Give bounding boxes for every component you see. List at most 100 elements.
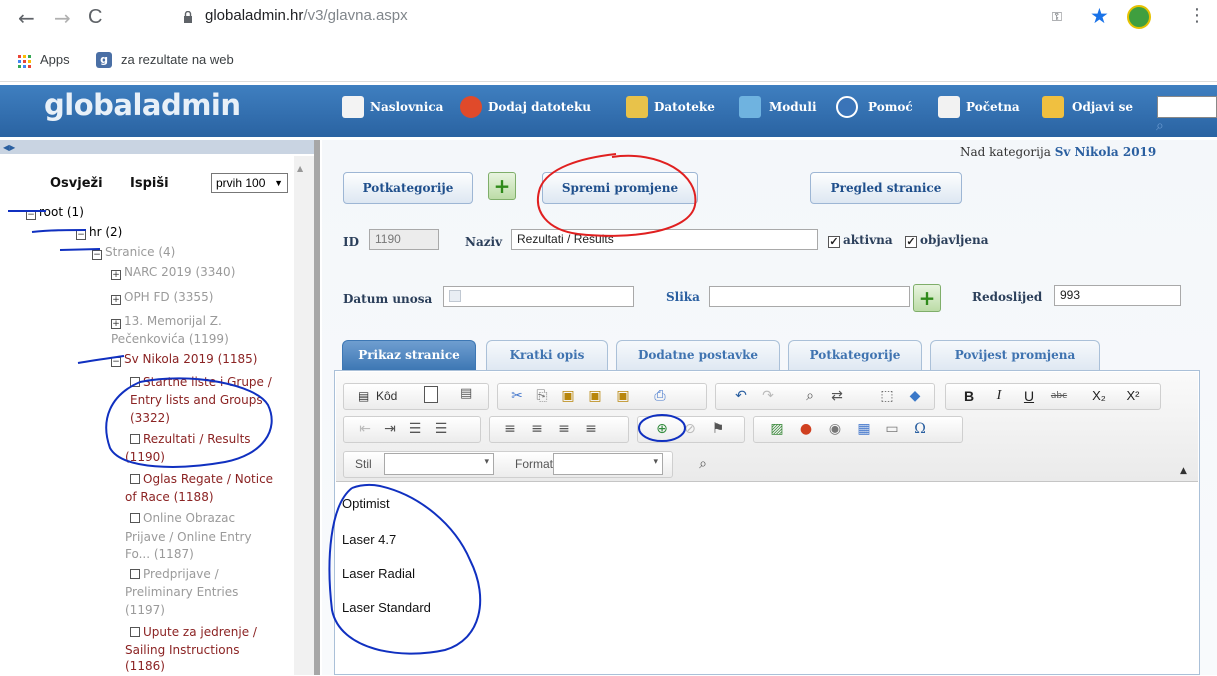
forward-button[interactable]: →: [54, 6, 71, 30]
home-icon[interactable]: [938, 96, 960, 118]
editor-line[interactable]: Laser Radial: [342, 566, 415, 581]
style-select[interactable]: ▾: [384, 453, 494, 475]
bold-icon[interactable]: B: [959, 386, 979, 406]
add-file-icon[interactable]: [460, 96, 482, 118]
date-field[interactable]: [443, 286, 634, 307]
justify-icon[interactable]: ≡: [581, 419, 601, 439]
tree-item-stranice[interactable]: − Stranice (4): [92, 243, 175, 262]
tab-kratki-opis[interactable]: Kratki opis: [486, 340, 608, 370]
tree-item-rezultati[interactable]: Rezultati / Results: [130, 430, 251, 449]
table-icon[interactable]: ▦: [854, 419, 874, 439]
active-checkbox[interactable]: ✓ aktivna: [828, 233, 893, 248]
paste-word-icon[interactable]: ▣: [613, 386, 633, 406]
tree-item-startne[interactable]: Startne liste i Grupe /: [130, 373, 272, 392]
nav-moduli[interactable]: Moduli: [769, 100, 817, 114]
tab-prikaz-stranice[interactable]: Prikaz stranice: [342, 340, 476, 370]
bullet-list-icon[interactable]: ☰: [431, 419, 451, 439]
image-field[interactable]: [709, 286, 910, 307]
star-icon[interactable]: ★: [1090, 4, 1109, 28]
subscript-icon[interactable]: X₂: [1089, 386, 1109, 406]
collapse-toolbar-icon[interactable]: ▲: [1180, 466, 1187, 476]
save-changes-button[interactable]: Spremi promjene: [542, 172, 698, 204]
tree-item-online[interactable]: Online Obrazac: [130, 509, 235, 528]
tree-item-sv-nikola[interactable]: − Sv Nikola 2019 (1185): [111, 350, 257, 369]
refresh-link[interactable]: Osvježi: [50, 176, 103, 191]
indent-icon[interactable]: ⇥: [380, 419, 400, 439]
redo-icon[interactable]: ↷: [758, 386, 778, 406]
preview-page-button[interactable]: Pregled stranice: [810, 172, 962, 204]
published-checkbox[interactable]: ✓ objavljena: [905, 233, 989, 248]
panel-splitter[interactable]: [314, 140, 320, 675]
horizontal-rule-icon[interactable]: ▭: [882, 419, 902, 439]
calendar-icon[interactable]: [449, 290, 461, 302]
back-button[interactable]: ←: [18, 6, 35, 30]
source-icon[interactable]: ▤: [358, 389, 369, 403]
numbered-list-icon[interactable]: ☰: [405, 419, 425, 439]
add-image-button[interactable]: +: [913, 284, 941, 312]
copy-icon[interactable]: ⎘: [532, 386, 552, 406]
collapse-arrows-icon[interactable]: ◀▶: [3, 143, 15, 152]
help-icon[interactable]: [836, 96, 858, 118]
nav-naslovnica[interactable]: Naslovnica: [370, 100, 443, 114]
apps-icon[interactable]: [18, 54, 32, 73]
align-center-icon[interactable]: ≡: [527, 419, 547, 439]
bookmark-apps[interactable]: Apps: [40, 52, 70, 67]
tab-potkategorije[interactable]: Potkategorije: [788, 340, 922, 370]
tab-povijest-promjena[interactable]: Povijest promjena: [930, 340, 1100, 370]
print-icon[interactable]: ⎙: [650, 386, 670, 406]
order-field[interactable]: 993: [1054, 285, 1181, 306]
reload-button[interactable]: C: [88, 6, 102, 29]
nav-odjavi-se[interactable]: Odjavi se: [1072, 100, 1133, 114]
source-button[interactable]: Kôd: [376, 389, 397, 403]
paste-text-icon[interactable]: ▣: [585, 386, 605, 406]
paste-icon[interactable]: ▣: [558, 386, 578, 406]
image-icon[interactable]: ▨: [767, 419, 787, 439]
tree-item-root[interactable]: − root (1): [26, 203, 84, 222]
tree-scrollbar[interactable]: [294, 156, 314, 675]
profile-avatar[interactable]: [1127, 5, 1151, 29]
underline-icon[interactable]: U: [1019, 386, 1039, 406]
strikethrough-icon[interactable]: abc: [1049, 386, 1069, 406]
flash-icon[interactable]: ●: [796, 419, 816, 439]
editor-line[interactable]: Laser Standard: [342, 600, 431, 615]
editor-line[interactable]: Optimist: [342, 496, 390, 511]
folder-search-icon[interactable]: [626, 96, 648, 118]
nav-dodaj-datoteku[interactable]: Dodaj datoteku: [488, 100, 591, 114]
address-bar[interactable]: globaladmin.hr/v3/glavna.aspx: [205, 7, 408, 24]
tree-item-narc[interactable]: + NARC 2019 (3340): [111, 263, 235, 282]
modules-icon[interactable]: [739, 96, 761, 118]
editor-line[interactable]: Laser 4.7: [342, 532, 396, 547]
print-link[interactable]: Ispiši: [130, 176, 169, 191]
scroll-up-icon[interactable]: ▲: [297, 164, 303, 173]
replace-icon[interactable]: ⇄: [827, 386, 847, 406]
tab-dodatne-postavke[interactable]: Dodatne postavke: [616, 340, 780, 370]
tree-item-oglas[interactable]: Oglas Regate / Notice: [130, 470, 273, 489]
align-left-icon[interactable]: ≡: [500, 419, 520, 439]
eraser-icon[interactable]: ◆: [905, 386, 925, 406]
new-page-icon[interactable]: [424, 386, 438, 403]
menu-icon[interactable]: ⋮: [1188, 5, 1206, 26]
logout-icon[interactable]: [1042, 96, 1064, 118]
header-search-input[interactable]: [1157, 96, 1217, 118]
tree-item-predprijave[interactable]: Predprijave /: [130, 565, 219, 584]
tree-item-hr[interactable]: − hr (2): [76, 223, 122, 242]
bookmark-results[interactable]: za rezultate na web: [121, 52, 234, 67]
subcategories-button[interactable]: Potkategorije: [343, 172, 473, 204]
link-icon[interactable]: ⊕: [652, 419, 672, 439]
nav-pomoc[interactable]: Pomoć: [868, 100, 913, 114]
select-all-icon[interactable]: ⬚: [877, 386, 897, 406]
align-right-icon[interactable]: ≡: [554, 419, 574, 439]
name-field[interactable]: Rezultati / Results: [511, 229, 818, 250]
tree-item-oph[interactable]: + OPH FD (3355): [111, 288, 213, 307]
templates-icon[interactable]: ▤: [460, 386, 472, 401]
app-logo[interactable]: globaladmin: [44, 88, 241, 122]
tree-item-upute[interactable]: Upute za jedrenje /: [130, 623, 257, 642]
special-char-icon[interactable]: Ω: [910, 419, 930, 439]
superscript-icon[interactable]: X²: [1123, 386, 1143, 406]
cut-icon[interactable]: ✂: [507, 386, 527, 406]
search-icon[interactable]: ⌕: [1156, 118, 1164, 134]
find-icon[interactable]: ⌕: [800, 386, 820, 406]
preview-icon[interactable]: ⌕: [693, 454, 713, 474]
limit-select[interactable]: prvih 100 ▼: [211, 173, 288, 193]
outdent-icon[interactable]: ⇤: [355, 419, 375, 439]
